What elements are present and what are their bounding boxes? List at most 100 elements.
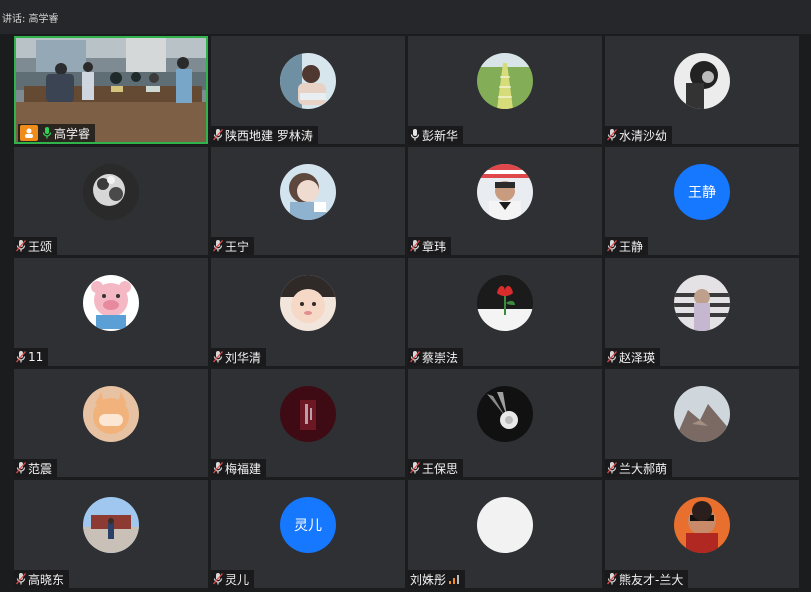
participant-name-label: 彭新华 (408, 126, 464, 144)
avatar (477, 164, 533, 220)
green-mic-icon (42, 127, 52, 139)
avatar (477, 497, 533, 553)
avatar (674, 386, 730, 442)
participant-name: 水清沙幼 (619, 128, 668, 143)
avatar (280, 275, 336, 331)
participant-tile[interactable]: 王宁 (211, 147, 405, 255)
participant-tile[interactable]: 范震 (14, 369, 208, 477)
avatar-initials: 灵儿 (294, 518, 322, 534)
participant-name-label: 章玮 (408, 237, 452, 255)
participant-tile[interactable]: 王静 王静 (605, 147, 799, 255)
muted-mic-icon (16, 573, 26, 585)
muted-mic-icon (16, 462, 26, 474)
participant-name: 范震 (28, 461, 53, 476)
participant-name-label: 灵儿 (211, 570, 255, 588)
participant-name: 章玮 (422, 239, 447, 254)
participant-tile[interactable]: 兰大郝萌 (605, 369, 799, 477)
avatar (83, 386, 139, 442)
participant-name-label: 王颂 (14, 237, 58, 255)
participant-name-label: 兰大郝萌 (605, 459, 673, 477)
participant-tile[interactable]: 刘华清 (211, 258, 405, 366)
participant-name: 高学睿 (54, 126, 91, 141)
initials-avatar: 灵儿 (280, 497, 336, 553)
participant-tile[interactable]: 11 (14, 258, 208, 366)
muted-mic-icon (607, 129, 617, 141)
participant-name: 王保思 (422, 461, 459, 476)
mic-icon (410, 129, 420, 141)
participant-tile[interactable]: 赵泽瑛 (605, 258, 799, 366)
avatar (83, 497, 139, 553)
participant-tile[interactable]: 王保思 (408, 369, 602, 477)
muted-mic-icon (213, 462, 223, 474)
muted-mic-icon (410, 462, 420, 474)
avatar (674, 53, 730, 109)
avatar (477, 386, 533, 442)
participant-name-label: 蔡崇法 (408, 348, 464, 366)
avatar (477, 53, 533, 109)
participant-name-label: 范震 (14, 459, 58, 477)
participant-name: 梅福建 (225, 461, 262, 476)
participant-name: 熊友才-兰大 (619, 572, 684, 587)
participant-name: 彭新华 (422, 128, 459, 143)
participant-name-label: 熊友才-兰大 (605, 570, 689, 588)
participant-name-label: 王静 (605, 237, 649, 255)
participant-name-label: 王宁 (211, 237, 255, 255)
muted-mic-icon (607, 240, 617, 252)
muted-mic-icon (607, 351, 617, 363)
participant-tile[interactable]: 高晓东 (14, 480, 208, 588)
participant-tile[interactable]: 蔡崇法 (408, 258, 602, 366)
muted-mic-icon (16, 240, 26, 252)
participant-tile[interactable]: 章玮 (408, 147, 602, 255)
meeting-top-bar: 讲话: 高学睿 (0, 0, 811, 34)
participant-tile[interactable]: 梅福建 (211, 369, 405, 477)
muted-mic-icon (213, 129, 223, 141)
avatar-initials: 王静 (688, 185, 716, 201)
avatar (280, 164, 336, 220)
muted-mic-icon (410, 240, 420, 252)
participant-name: 刘华清 (225, 350, 262, 365)
participant-name-label: 高晓东 (14, 570, 70, 588)
current-speaker-text: 讲话: 高学睿 (2, 14, 59, 25)
muted-mic-icon (213, 240, 223, 252)
initials-avatar: 王静 (674, 164, 730, 220)
muted-mic-icon (16, 351, 26, 363)
participant-name-label: 赵泽瑛 (605, 348, 661, 366)
participant-name: 赵泽瑛 (619, 350, 656, 365)
signal-icon (449, 575, 460, 584)
participant-tile-video[interactable]: 高学睿 (14, 36, 208, 144)
participant-name-label: 梅福建 (211, 459, 267, 477)
avatar (280, 53, 336, 109)
participant-tile[interactable]: 刘姝彤 (408, 480, 602, 588)
participant-name: 刘姝彤 (410, 572, 447, 587)
avatar (674, 275, 730, 331)
avatar (83, 275, 139, 331)
avatar (477, 275, 533, 331)
participant-tile[interactable]: 陕西地建 罗林涛 (211, 36, 405, 144)
participant-name-label: 陕西地建 罗林涛 (211, 126, 318, 144)
user-icon (20, 125, 38, 141)
participant-name: 王颂 (28, 239, 53, 254)
avatar (83, 164, 139, 220)
participant-name: 高晓东 (28, 572, 65, 587)
muted-mic-icon (410, 351, 420, 363)
participant-name-label: 刘华清 (211, 348, 267, 366)
participant-tile[interactable]: 熊友才-兰大 (605, 480, 799, 588)
avatar (674, 497, 730, 553)
participant-tile[interactable]: 水清沙幼 (605, 36, 799, 144)
participant-tile[interactable]: 灵儿 灵儿 (211, 480, 405, 588)
participant-name: 王宁 (225, 239, 250, 254)
participant-name: 王静 (619, 239, 644, 254)
participant-name: 灵儿 (225, 572, 250, 587)
participant-name: 蔡崇法 (422, 350, 459, 365)
muted-mic-icon (607, 462, 617, 474)
muted-mic-icon (213, 573, 223, 585)
avatar (280, 386, 336, 442)
participant-name-label: 11 (14, 348, 49, 366)
participant-tile[interactable]: 王颂 (14, 147, 208, 255)
participant-name-label: 高学睿 (18, 124, 96, 142)
participant-tile[interactable]: 彭新华 (408, 36, 602, 144)
participant-name: 兰大郝萌 (619, 461, 668, 476)
participant-name-label: 刘姝彤 (408, 570, 466, 588)
muted-mic-icon (607, 573, 617, 585)
participant-name-label: 水清沙幼 (605, 126, 673, 144)
